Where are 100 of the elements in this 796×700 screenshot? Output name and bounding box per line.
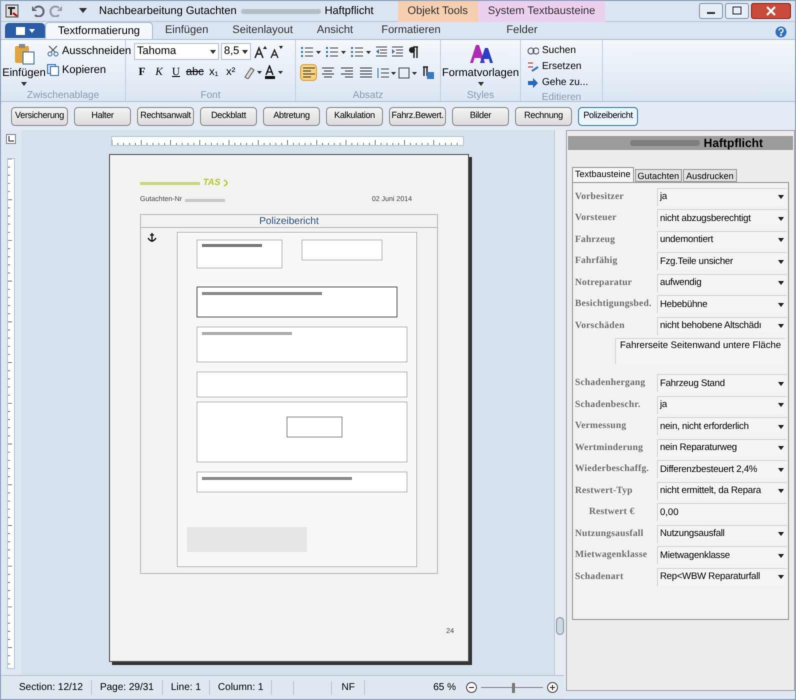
- horizontal-ruler[interactable]: [111, 136, 464, 146]
- highlighter-icon[interactable]: [242, 65, 263, 79]
- dropdown[interactable]: ja: [657, 396, 787, 414]
- paste-button[interactable]: Einfügen: [5, 43, 43, 88]
- caret-icon[interactable]: [242, 50, 248, 54]
- section-button[interactable]: Polizeibericht: [578, 106, 638, 126]
- font-color-icon[interactable]: [264, 65, 284, 79]
- multilevel-list-icon[interactable]: [350, 46, 372, 58]
- font-name-field[interactable]: Tahoma: [134, 43, 219, 60]
- caret-icon[interactable]: [778, 324, 784, 328]
- caret-icon[interactable]: [778, 216, 784, 221]
- copy-icon[interactable]: [47, 64, 59, 76]
- zoom-in-icon[interactable]: [547, 682, 558, 693]
- caret-icon[interactable]: [778, 302, 784, 307]
- section-button[interactable]: Bilder: [452, 106, 509, 126]
- format-button[interactable]: x²: [222, 64, 239, 80]
- styles-button[interactable]: Formatvorlagen: [445, 43, 516, 88]
- note-field[interactable]: Fahrerseite Seitenwand untere Fläche: [615, 338, 785, 364]
- caret-icon[interactable]: [778, 260, 784, 264]
- styles-icon[interactable]: [468, 43, 492, 65]
- section-button[interactable]: Rechtsanwalt: [137, 106, 194, 126]
- search-icon[interactable]: [527, 44, 539, 56]
- borders-icon[interactable]: [398, 66, 418, 78]
- panel-tab[interactable]: Ausdrucken: [683, 169, 737, 182]
- caret-icon[interactable]: [778, 195, 784, 200]
- line-spacing-icon[interactable]: [376, 66, 396, 78]
- ribbon-tab[interactable]: Textformatierung: [45, 22, 153, 39]
- format-button[interactable]: abc: [185, 64, 205, 80]
- dropdown[interactable]: nicht abzugsberechtigt: [657, 209, 787, 228]
- replace-icon[interactable]: [527, 60, 539, 72]
- caret-icon[interactable]: [210, 50, 216, 54]
- section-button[interactable]: Versicherung: [11, 106, 68, 126]
- dropdown[interactable]: Hebebühne: [657, 295, 787, 314]
- caret-icon[interactable]: [778, 554, 784, 558]
- bullets-icon[interactable]: [300, 46, 322, 58]
- document-icon[interactable]: [14, 26, 36, 36]
- zoom-out-icon[interactable]: [466, 682, 477, 693]
- increase-indent-icon[interactable]: [391, 46, 404, 58]
- caret-icon[interactable]: [778, 489, 784, 494]
- format-button[interactable]: x₁: [206, 64, 222, 80]
- edit-command-button[interactable]: Ersetzen: [527, 59, 588, 74]
- format-button[interactable]: F: [134, 64, 150, 80]
- dropdown[interactable]: nicht behobene Altschädı: [657, 316, 787, 335]
- copy-button[interactable]: Kopieren: [47, 62, 132, 78]
- ribbon-tab[interactable]: Einfügen: [152, 22, 220, 39]
- dropdown[interactable]: Differenzbesteuert 2,4%: [657, 460, 787, 478]
- panel-tab[interactable]: Gutachten: [634, 169, 682, 182]
- dropdown[interactable]: nein, nicht erforderlich: [657, 417, 787, 436]
- caret-icon[interactable]: [778, 468, 784, 472]
- section-button[interactable]: Deckblatt: [200, 106, 257, 126]
- dropdown[interactable]: undemontiert: [657, 230, 787, 249]
- vertical-scrollbar[interactable]: [554, 130, 564, 675]
- pilcrow-icon[interactable]: [407, 46, 419, 58]
- dropdown[interactable]: Fahrzeug Stand: [657, 374, 787, 392]
- maximize-icon[interactable]: [725, 3, 749, 19]
- caret-icon[interactable]: [778, 446, 784, 450]
- caret-icon[interactable]: [778, 424, 784, 429]
- align-button[interactable]: [300, 64, 317, 81]
- numbering-icon[interactable]: [325, 46, 347, 58]
- section-button[interactable]: Rechnung: [515, 106, 572, 126]
- decrease-indent-icon[interactable]: [375, 46, 388, 58]
- app-icon[interactable]: [5, 4, 19, 18]
- section-button[interactable]: Abtretung: [263, 106, 320, 126]
- vertical-ruler[interactable]: [7, 158, 15, 669]
- section-button[interactable]: Kalkulation: [326, 106, 383, 126]
- ribbon-tab[interactable]: Formatieren: [365, 22, 457, 39]
- office-menu-button[interactable]: [5, 23, 45, 38]
- close-icon[interactable]: [751, 3, 791, 19]
- edit-command-button[interactable]: Gehe zu...: [527, 75, 588, 90]
- dropdown[interactable]: ja: [657, 188, 787, 206]
- ruler-corner-icon[interactable]: [6, 134, 16, 144]
- format-button[interactable]: K: [151, 64, 167, 80]
- edit-command-button[interactable]: Suchen: [527, 43, 588, 58]
- help-icon[interactable]: [775, 26, 787, 38]
- caret-icon[interactable]: [778, 238, 784, 242]
- clipboard-icon[interactable]: [13, 43, 35, 65]
- dropdown[interactable]: nein Reparaturweg: [657, 438, 787, 457]
- caret-icon[interactable]: [778, 575, 784, 580]
- ribbon-tab[interactable]: Ansicht: [304, 22, 365, 39]
- dropdown[interactable]: Rep<WBW Reparaturfall: [657, 568, 787, 586]
- caret-icon[interactable]: [478, 82, 484, 86]
- anchor-icon[interactable]: [147, 232, 157, 242]
- minimize-icon[interactable]: [699, 3, 723, 19]
- show-formatting-icon[interactable]: [420, 66, 434, 79]
- panel-tab[interactable]: Textbausteine: [572, 167, 634, 182]
- arrow-right-icon[interactable]: [527, 76, 539, 88]
- zoom-slider[interactable]: [481, 682, 543, 692]
- grow-font-icon[interactable]: [253, 44, 267, 58]
- dropdown[interactable]: Fzg.Teile unsicher: [657, 252, 787, 270]
- shrink-font-icon[interactable]: [269, 44, 283, 58]
- dropdown[interactable]: Mietwagenklasse: [657, 546, 787, 564]
- ribbon-tab[interactable]: Seitenlayout: [220, 22, 305, 39]
- undo-icon[interactable]: [31, 5, 45, 17]
- dropdown-arrow-icon[interactable]: [79, 8, 87, 14]
- ribbon-tab[interactable]: Felder: [457, 22, 587, 39]
- caret-icon[interactable]: [778, 281, 784, 286]
- caret-icon[interactable]: [778, 382, 784, 386]
- caret-icon[interactable]: [778, 532, 784, 536]
- caret-icon[interactable]: [21, 82, 27, 86]
- section-button[interactable]: Halter: [74, 106, 131, 126]
